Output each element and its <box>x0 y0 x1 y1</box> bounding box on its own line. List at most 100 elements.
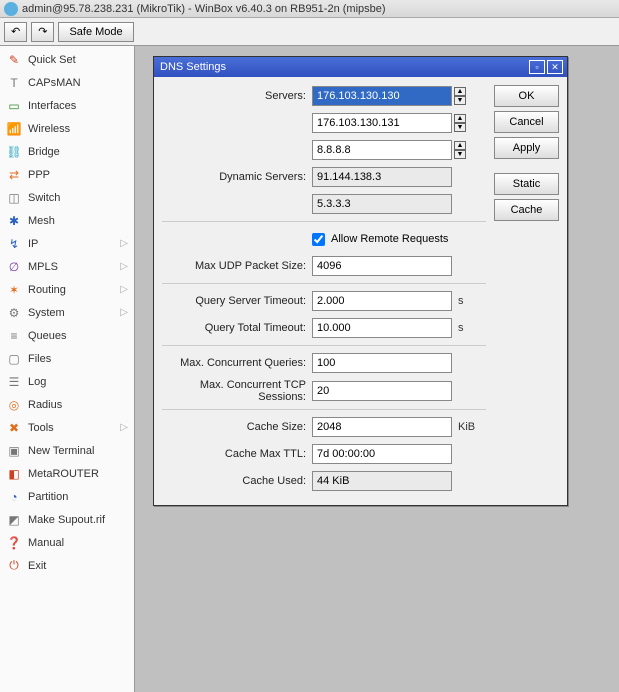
sidebar-item-label: System <box>28 307 114 319</box>
dynamic-server-0 <box>312 167 452 187</box>
sidebar-item-switch[interactable]: ◫ Switch <box>0 186 134 209</box>
cache-max-ttl-input[interactable] <box>312 444 452 464</box>
sidebar-item-bridge[interactable]: ⛓Bridge <box>0 140 134 163</box>
cache-used-value <box>312 471 452 491</box>
sidebar-item-label: Exit <box>28 560 128 572</box>
close-icon[interactable]: ✕ <box>547 60 563 74</box>
spinner-icon[interactable]: ▲▼ <box>454 141 466 159</box>
max-udp-input[interactable] <box>312 256 452 276</box>
chevron-right-icon: ▷ <box>120 284 128 295</box>
cancel-button[interactable]: Cancel <box>494 111 559 133</box>
sidebar-item-label: Switch <box>28 192 128 204</box>
sidebar-item-system[interactable]: ⚙ System ▷ <box>0 301 134 324</box>
sidebar-item-label: Bridge <box>28 146 128 158</box>
sidebar-item-capsman[interactable]: TCAPsMAN <box>0 71 134 94</box>
server-input-0[interactable] <box>312 86 452 106</box>
sidebar-item-radius[interactable]: ◎ Radius <box>0 393 134 416</box>
sidebar-item-log[interactable]: ☰Log <box>0 370 134 393</box>
dialog-title: DNS Settings <box>158 61 527 73</box>
cache-max-ttl-label: Cache Max TTL: <box>162 448 312 460</box>
manual-icon: ❓ <box>6 535 22 551</box>
server-input-2[interactable] <box>312 140 452 160</box>
ip-icon: ↯ <box>6 236 22 252</box>
app-logo-icon <box>4 2 18 16</box>
sidebar-item-tools[interactable]: ✖Tools▷ <box>0 416 134 439</box>
switch-icon: ◫ <box>6 190 22 206</box>
query-total-timeout-label: Query Total Timeout: <box>162 322 312 334</box>
system-icon: ⚙ <box>6 305 22 321</box>
static-button[interactable]: Static <box>494 173 559 195</box>
max-concurrent-queries-input[interactable] <box>312 353 452 373</box>
interfaces-icon: ▭ <box>6 98 22 114</box>
sidebar-item-mpls[interactable]: ∅MPLS▷ <box>0 255 134 278</box>
server-input-1[interactable] <box>312 113 452 133</box>
sidebar-item-label: New Terminal <box>28 445 128 457</box>
sidebar-item-quick-set[interactable]: ✎Quick Set <box>0 48 134 71</box>
sidebar-item-manual[interactable]: ❓Manual <box>0 531 134 554</box>
spinner-icon[interactable]: ▲▼ <box>454 87 466 105</box>
sidebar-item-label: MetaROUTER <box>28 468 128 480</box>
servers-label: Servers: <box>162 90 312 102</box>
undo-button[interactable]: ↶ <box>4 22 27 42</box>
max-concurrent-tcp-label: Max. Concurrent TCP Sessions: <box>162 379 312 403</box>
sidebar-item-exit[interactable]: ⏻ Exit <box>0 554 134 577</box>
sidebar-item-label: Mesh <box>28 215 128 227</box>
cache-size-label: Cache Size: <box>162 421 312 433</box>
sidebar-item-label: Interfaces <box>28 100 128 112</box>
sidebar-item-label: MPLS <box>28 261 114 273</box>
unit-seconds: s <box>458 295 464 307</box>
sidebar-item-label: Radius <box>28 399 128 411</box>
cache-used-label: Cache Used: <box>162 475 312 487</box>
sidebar: ✎Quick SetTCAPsMAN ▭ Interfaces 📶Wireless⛓B… <box>0 46 135 692</box>
mesh-icon: ✱ <box>6 213 22 229</box>
safe-mode-button[interactable]: Safe Mode <box>58 22 133 42</box>
allow-remote-checkbox[interactable] <box>312 233 325 246</box>
titlebar: admin@95.78.238.231 (MikroTik) - WinBox … <box>0 0 619 18</box>
minimize-icon[interactable]: ▫ <box>529 60 545 74</box>
sidebar-item-label: Queues <box>28 330 128 342</box>
chevron-right-icon: ▷ <box>120 238 128 249</box>
mpls-icon: ∅ <box>6 259 22 275</box>
sidebar-item-mesh[interactable]: ✱ Mesh <box>0 209 134 232</box>
max-udp-label: Max UDP Packet Size: <box>162 260 312 272</box>
sidebar-item-label: Log <box>28 376 128 388</box>
sidebar-item-interfaces[interactable]: ▭ Interfaces <box>0 94 134 117</box>
query-total-timeout-input[interactable] <box>312 318 452 338</box>
sidebar-item-partition[interactable]: ◔ Partition <box>0 485 134 508</box>
sidebar-item-label: Partition <box>28 491 128 503</box>
make-supout-rif-icon: ◩ <box>6 512 22 528</box>
sidebar-item-ppp[interactable]: ⇄PPP <box>0 163 134 186</box>
sidebar-item-routing[interactable]: ✶Routing▷ <box>0 278 134 301</box>
sidebar-item-label: Routing <box>28 284 114 296</box>
dns-settings-dialog: DNS Settings ▫ ✕ Servers: ▲▼ <box>153 56 568 506</box>
sidebar-item-wireless[interactable]: 📶Wireless <box>0 117 134 140</box>
capsman-icon: T <box>6 75 22 91</box>
tools-icon: ✖ <box>6 420 22 436</box>
radius-icon: ◎ <box>6 397 22 413</box>
ok-button[interactable]: OK <box>494 85 559 107</box>
button-column: OK Cancel Apply Static Cache <box>494 85 559 497</box>
query-server-timeout-input[interactable] <box>312 291 452 311</box>
chevron-right-icon: ▷ <box>120 307 128 318</box>
query-server-timeout-label: Query Server Timeout: <box>162 295 312 307</box>
sidebar-item-queues[interactable]: ≡Queues <box>0 324 134 347</box>
apply-button[interactable]: Apply <box>494 137 559 159</box>
partition-icon: ◔ <box>6 489 22 505</box>
toolbar: ↶ ↷ Safe Mode <box>0 18 619 46</box>
dynamic-server-1 <box>312 194 452 214</box>
sidebar-item-files[interactable]: ▢Files <box>0 347 134 370</box>
max-concurrent-queries-label: Max. Concurrent Queries: <box>162 357 312 369</box>
dialog-titlebar[interactable]: DNS Settings ▫ ✕ <box>154 57 567 77</box>
spinner-icon[interactable]: ▲▼ <box>454 114 466 132</box>
cache-size-input[interactable] <box>312 417 452 437</box>
redo-button[interactable]: ↷ <box>31 22 54 42</box>
new-terminal-icon: ▣ <box>6 443 22 459</box>
exit-icon: ⏻ <box>6 558 22 574</box>
max-concurrent-tcp-input[interactable] <box>312 381 452 401</box>
sidebar-item-ip[interactable]: ↯IP▷ <box>0 232 134 255</box>
content-area: DNS Settings ▫ ✕ Servers: ▲▼ <box>135 46 619 692</box>
sidebar-item-new-terminal[interactable]: ▣ New Terminal <box>0 439 134 462</box>
cache-button[interactable]: Cache <box>494 199 559 221</box>
sidebar-item-make-supout-rif[interactable]: ◩Make Supout.rif <box>0 508 134 531</box>
sidebar-item-metarouter[interactable]: ◧MetaROUTER <box>0 462 134 485</box>
